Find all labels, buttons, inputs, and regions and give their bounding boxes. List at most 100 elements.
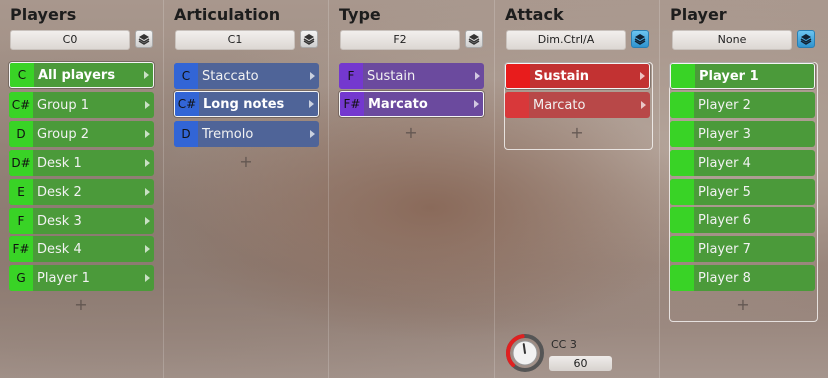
layers-icon (138, 34, 150, 45)
item-label: Desk 2 (37, 184, 82, 200)
key-label: F (9, 208, 33, 234)
player-item-4[interactable]: Player 4 (670, 150, 815, 176)
cc-knob[interactable] (506, 334, 544, 372)
players-column: Players C0 C All players C# Group 1 D Gr… (0, 0, 164, 378)
players-item-all-players[interactable]: C All players (9, 62, 154, 88)
attack-item-marcato[interactable]: Marcato (505, 92, 650, 118)
item-label: Desk 1 (37, 155, 82, 171)
attack-stack-button[interactable] (631, 30, 649, 48)
chevron-right-icon (144, 71, 149, 79)
key-label (670, 121, 694, 147)
articulation-item-staccato[interactable]: C Staccato (174, 63, 319, 89)
players-item-desk-2[interactable]: E Desk 2 (9, 179, 154, 205)
attack-title: Attack (505, 5, 564, 24)
player-item-8[interactable]: Player 8 (670, 265, 815, 291)
key-label: D (9, 121, 33, 147)
player-selector[interactable]: None (672, 30, 792, 50)
player-item-1[interactable]: Player 1 (670, 63, 815, 89)
add-players-button[interactable]: + (74, 297, 88, 313)
type-stack-button[interactable] (465, 30, 483, 48)
item-label: Player 1 (699, 68, 759, 84)
item-label: Player 2 (698, 97, 751, 113)
players-item-player-1[interactable]: G Player 1 (9, 265, 154, 291)
layers-icon (800, 34, 812, 45)
chevron-right-icon (310, 130, 315, 138)
item-label: Desk 4 (37, 241, 82, 257)
item-label: Marcato (533, 97, 586, 113)
item-label: Group 2 (37, 126, 89, 142)
chevron-right-icon (145, 130, 150, 138)
players-item-desk-3[interactable]: F Desk 3 (9, 208, 154, 234)
add-type-button[interactable]: + (404, 125, 418, 141)
key-label: D# (9, 150, 33, 176)
attack-selector[interactable]: Dim.Ctrl/A (506, 30, 626, 50)
item-label: All players (38, 67, 116, 83)
key-label: D (174, 121, 198, 147)
articulation-column: Articulation C1 C Staccato C# Long notes… (164, 0, 329, 378)
player-item-3[interactable]: Player 3 (670, 121, 815, 147)
players-stack-button[interactable] (135, 30, 153, 48)
item-label: Tremolo (202, 126, 254, 142)
item-label: Staccato (202, 68, 259, 84)
item-label: Long notes (203, 96, 285, 112)
type-selector[interactable]: F2 (340, 30, 460, 50)
key-label: E (9, 179, 33, 205)
articulation-selector[interactable]: C1 (175, 30, 295, 50)
key-label: F# (340, 92, 364, 116)
layers-icon (634, 34, 646, 45)
players-item-group-2[interactable]: D Group 2 (9, 121, 154, 147)
articulation-stack-button[interactable] (300, 30, 318, 48)
add-articulation-button[interactable]: + (239, 154, 253, 170)
knob-icon (506, 334, 544, 372)
item-label: Player 3 (698, 126, 751, 142)
key-label: C (10, 63, 34, 87)
player-title: Player (670, 5, 727, 24)
articulation-item-tremolo[interactable]: D Tremolo (174, 121, 319, 147)
type-item-sustain[interactable]: F Sustain (339, 63, 484, 89)
players-item-group-1[interactable]: C# Group 1 (9, 92, 154, 118)
item-label: Player 6 (698, 212, 751, 228)
player-item-2[interactable]: Player 2 (670, 92, 815, 118)
chevron-right-icon (474, 100, 479, 108)
player-item-7[interactable]: Player 7 (670, 236, 815, 262)
chevron-right-icon (309, 100, 314, 108)
player-item-6[interactable]: Player 6 (670, 207, 815, 233)
item-label: Player 4 (698, 155, 751, 171)
key-label: C# (9, 92, 33, 118)
chevron-right-icon (641, 101, 646, 109)
articulation-item-long-notes[interactable]: C# Long notes (174, 91, 319, 117)
players-item-desk-1[interactable]: D# Desk 1 (9, 150, 154, 176)
key-label: F (339, 63, 363, 89)
player-item-5[interactable]: Player 5 (670, 179, 815, 205)
key-label: C (174, 63, 198, 89)
players-item-desk-4[interactable]: F# Desk 4 (9, 236, 154, 262)
type-item-marcato[interactable]: F# Marcato (339, 91, 484, 117)
chevron-right-icon (310, 72, 315, 80)
chevron-right-icon (145, 217, 150, 225)
key-label (506, 64, 530, 88)
articulation-title: Articulation (174, 5, 281, 24)
item-label: Marcato (368, 96, 428, 112)
key-label (670, 92, 694, 118)
player-column: Player None Player 1 Player 2 Player 3 P… (660, 0, 828, 378)
key-label: F# (9, 236, 33, 262)
cc-value-field[interactable]: 60 (549, 356, 612, 371)
add-attack-button[interactable]: + (570, 125, 584, 141)
type-title: Type (339, 5, 381, 24)
chevron-right-icon (145, 245, 150, 253)
players-title: Players (10, 5, 77, 24)
chevron-right-icon (145, 159, 150, 167)
key-label (670, 150, 694, 176)
item-label: Sustain (534, 68, 590, 84)
attack-column: Attack Dim.Ctrl/A Sustain Marcato + (495, 0, 660, 378)
players-selector[interactable]: C0 (10, 30, 130, 50)
add-player-button[interactable]: + (736, 297, 750, 313)
item-label: Player 7 (698, 241, 751, 257)
item-label: Sustain (367, 68, 416, 84)
player-stack-button[interactable] (797, 30, 815, 48)
cc-label: CC 3 (551, 338, 577, 351)
attack-item-sustain[interactable]: Sustain (505, 63, 650, 89)
item-label: Group 1 (37, 97, 89, 113)
item-label: Player 1 (37, 270, 90, 286)
layers-icon (303, 34, 315, 45)
